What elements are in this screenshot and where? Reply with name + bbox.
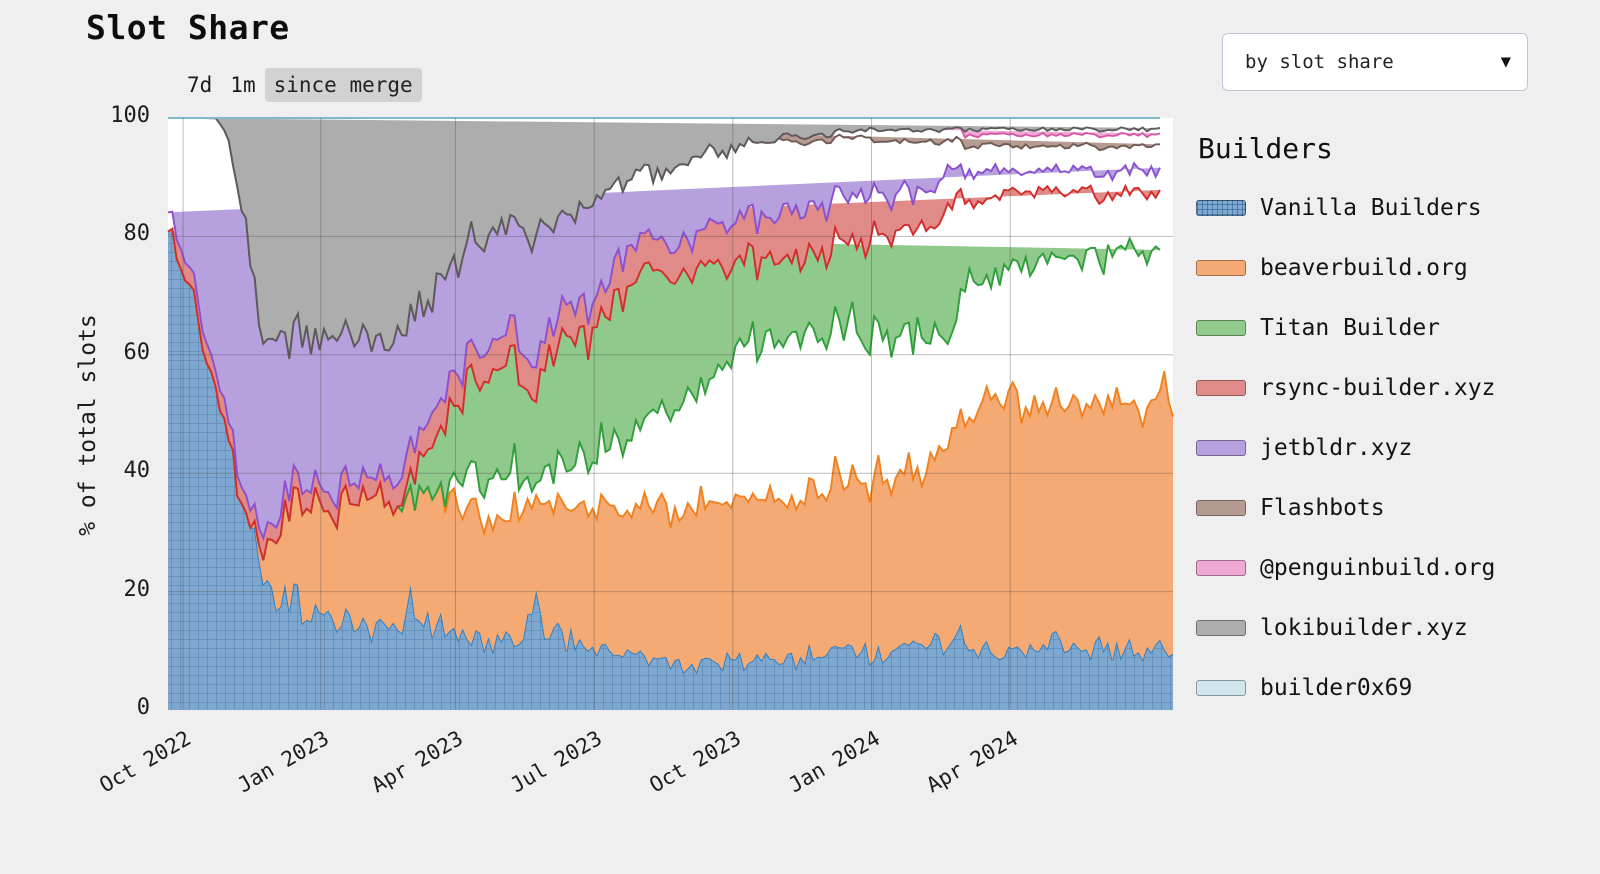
legend-swatch-icon <box>1196 200 1246 216</box>
legend-item-label: @penguinbuild.org <box>1260 555 1496 581</box>
legend-title: Builders <box>1198 132 1333 165</box>
view-mode-select[interactable]: by slot share ▼ <box>1222 33 1528 91</box>
view-mode-value: by slot share <box>1245 51 1394 73</box>
legend-item-2[interactable]: Titan Builder <box>1196 298 1596 358</box>
legend-swatch-icon <box>1196 380 1246 396</box>
legend-rows: Vanilla Builders beaverbuild.org Titan Bui… <box>1196 178 1596 718</box>
legend-item-label: Titan Builder <box>1260 315 1441 341</box>
plot-area: % of total slots 0 20 40 60 80 100 Oct 2022 Ja… <box>0 0 1200 874</box>
legend-item-5[interactable]: Flashbots <box>1196 478 1596 538</box>
legend-item-3[interactable]: rsync-builder.xyz <box>1196 358 1596 418</box>
chevron-down-icon: ▼ <box>1500 51 1511 72</box>
legend-item-label: Flashbots <box>1260 495 1385 521</box>
legend-item-1[interactable]: beaverbuild.org <box>1196 238 1596 298</box>
legend-item-6[interactable]: @penguinbuild.org <box>1196 538 1596 598</box>
legend-item-4[interactable]: jetbldr.xyz <box>1196 418 1596 478</box>
stacked-area-svg <box>167 117 1174 711</box>
legend-swatch-icon <box>1196 560 1246 576</box>
legend-swatch-icon <box>1196 320 1246 336</box>
legend-swatch-icon <box>1196 260 1246 276</box>
legend-swatch-icon <box>1196 680 1246 696</box>
legend-item-label: lokibuilder.xyz <box>1260 615 1468 641</box>
legend-item-0[interactable]: Vanilla Builders <box>1196 178 1596 238</box>
legend-item-label: beaverbuild.org <box>1260 255 1468 281</box>
legend-item-7[interactable]: lokibuilder.xyz <box>1196 598 1596 658</box>
legend-item-label: Vanilla Builders <box>1260 195 1482 221</box>
legend-item-8[interactable]: builder0x69 <box>1196 658 1596 718</box>
legend-swatch-icon <box>1196 500 1246 516</box>
slot-share-chart-page: Slot Share 7d 1m since merge by slot sha… <box>0 0 1600 874</box>
legend-swatch-icon <box>1196 440 1246 456</box>
legend-swatch-icon <box>1196 620 1246 636</box>
legend-item-label: builder0x69 <box>1260 675 1413 701</box>
legend: Builders Vanilla Builders beaverbuild.org… <box>1196 132 1596 718</box>
legend-item-label: rsync-builder.xyz <box>1260 375 1496 401</box>
legend-item-label: jetbldr.xyz <box>1260 435 1413 461</box>
